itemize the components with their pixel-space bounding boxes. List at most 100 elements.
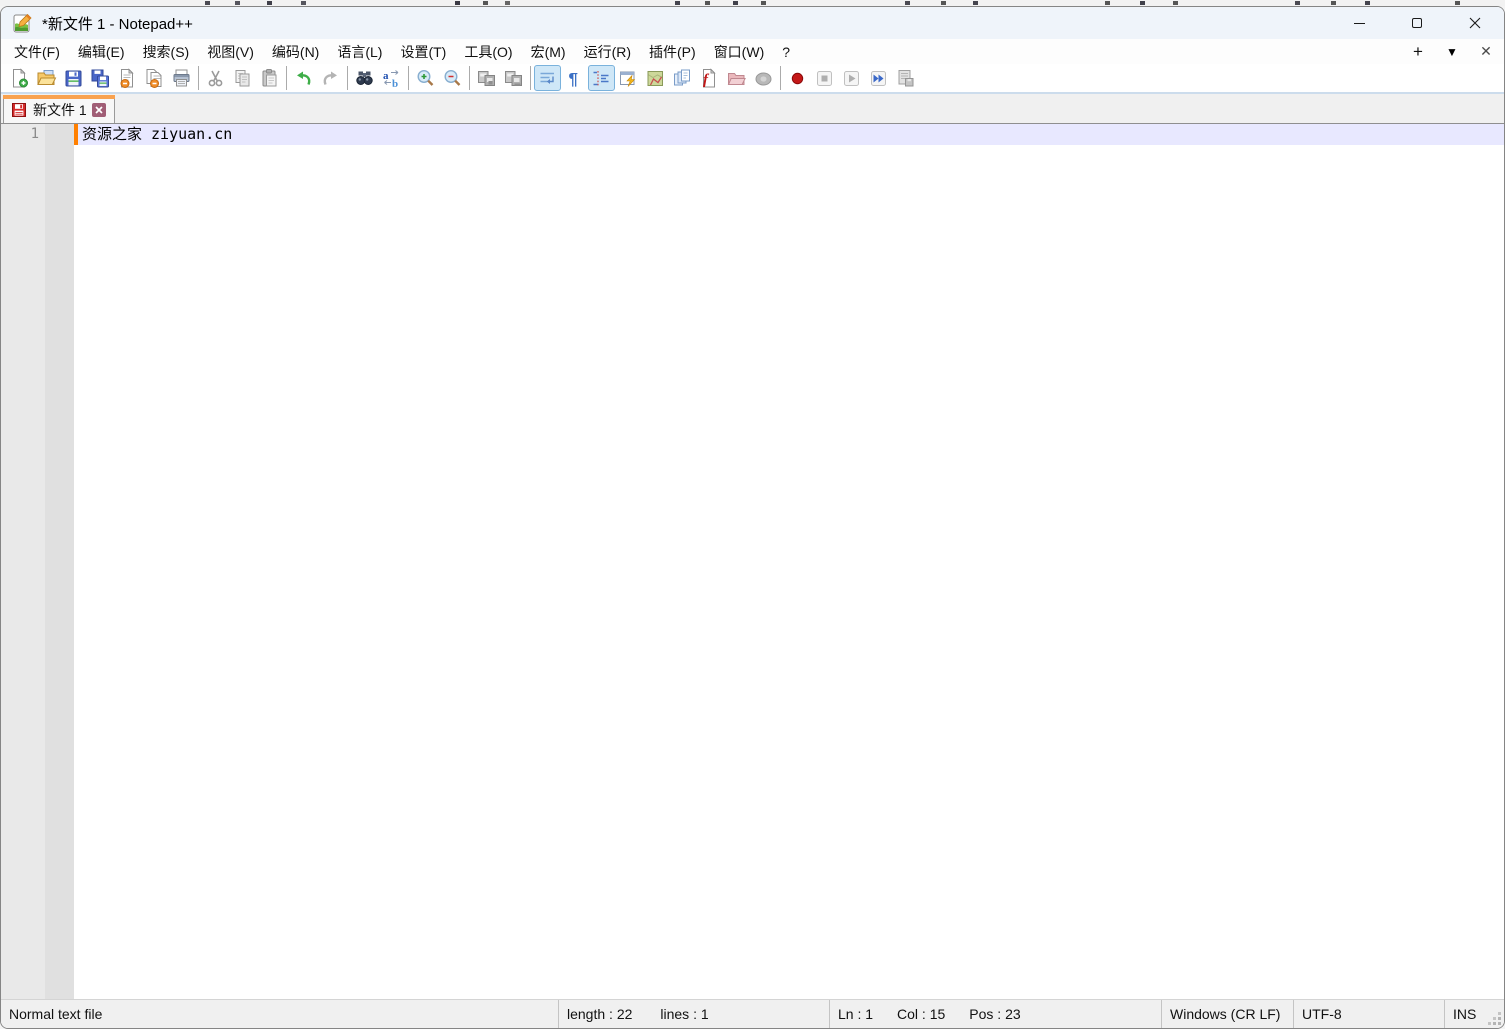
document-map-icon	[645, 68, 666, 89]
menu-window[interactable]: 窗口(W)	[705, 39, 774, 65]
function-list-icon	[618, 68, 639, 89]
tab-label: 新文件 1	[33, 100, 87, 120]
menu-file[interactable]: 文件(F)	[5, 39, 69, 65]
text-editing-area[interactable]: 资源之家 ziyuan.cn	[78, 124, 1504, 999]
macro-play-icon	[841, 68, 862, 89]
document-list-icon	[672, 68, 693, 89]
toolbar-user-defined-language-button[interactable]: f	[696, 65, 723, 91]
close-window-button[interactable]	[1446, 7, 1504, 39]
monitoring-icon	[753, 68, 774, 89]
toolbar-separator	[469, 66, 470, 90]
toolbar-close-button[interactable]	[114, 65, 141, 91]
toolbar-document-map-button[interactable]	[642, 65, 669, 91]
toolbar-macro-run-multiple-button[interactable]	[865, 65, 892, 91]
folder-as-workspace-icon	[726, 68, 747, 89]
toolbar-zoom-in-button[interactable]	[412, 65, 439, 91]
toolbar-replace-button[interactable]: ab	[378, 65, 405, 91]
toolbar-macro-save-button[interactable]	[892, 65, 919, 91]
status-eol-format[interactable]: Windows (CR LF)	[1161, 1000, 1293, 1028]
show-indent-guide-icon	[591, 68, 612, 89]
toolbar-new-file-button[interactable]	[6, 65, 33, 91]
close-tab-button[interactable]: ✕	[1476, 43, 1496, 60]
tab-list-dropdown-button[interactable]: ▼	[1442, 45, 1462, 59]
toolbar-word-wrap-button[interactable]	[534, 65, 561, 91]
menu-settings[interactable]: 设置(T)	[391, 39, 455, 65]
toolbar-sync-vertical-scroll-button[interactable]	[473, 65, 500, 91]
maximize-icon	[1412, 18, 1422, 28]
editor-area[interactable]: 1 资源之家 ziyuan.cn	[1, 124, 1504, 999]
toolbar-redo-button[interactable]	[317, 65, 344, 91]
menu-edit[interactable]: 编辑(E)	[69, 39, 134, 65]
status-length: length : 22	[567, 1006, 632, 1022]
menu-language[interactable]: 语言(L)	[328, 39, 391, 65]
status-doc-type: Normal text file	[1, 1000, 558, 1028]
toolbar-folder-as-workspace-button[interactable]	[723, 65, 750, 91]
toolbar-open-file-button[interactable]	[33, 65, 60, 91]
macro-run-multiple-icon	[868, 68, 889, 89]
macro-save-icon	[895, 68, 916, 89]
redo-icon	[320, 68, 341, 89]
minimize-icon	[1354, 23, 1365, 24]
fold-margin[interactable]	[45, 124, 74, 999]
svg-text:b: b	[392, 78, 398, 89]
toolbar-macro-record-button[interactable]	[784, 65, 811, 91]
toolbar-cut-button[interactable]	[202, 65, 229, 91]
status-insert-mode[interactable]: INS	[1444, 1000, 1504, 1028]
toolbar-paste-button[interactable]	[256, 65, 283, 91]
toolbar-find-button[interactable]	[351, 65, 378, 91]
toolbar-print-button[interactable]	[168, 65, 195, 91]
toolbar-save-button[interactable]	[60, 65, 87, 91]
toolbar-function-list-button[interactable]	[615, 65, 642, 91]
toolbar-document-list-button[interactable]	[669, 65, 696, 91]
tab-controls: + ▼ ✕	[1408, 42, 1496, 62]
notepad-plus-plus-window: *新文件 1 - Notepad++ 文件(F)编辑(E)搜索(S)视图(V)编…	[0, 6, 1505, 1029]
toolbar-macro-stop-button[interactable]	[811, 65, 838, 91]
toolbar-separator	[198, 66, 199, 90]
toolbar-zoom-out-button[interactable]	[439, 65, 466, 91]
toolbar-undo-button[interactable]	[290, 65, 317, 91]
toolbar-macro-play-button[interactable]	[838, 65, 865, 91]
svg-text:¶: ¶	[569, 69, 578, 88]
tab-new-file-1[interactable]: 新文件 1	[3, 95, 115, 123]
menu-search[interactable]: 搜索(S)	[134, 39, 199, 65]
minimize-button[interactable]	[1330, 7, 1388, 39]
toolbar-save-all-button[interactable]	[87, 65, 114, 91]
menu-view[interactable]: 视图(V)	[198, 39, 263, 65]
zoom-out-icon	[442, 68, 463, 89]
window-title: *新文件 1 - Notepad++	[42, 13, 193, 34]
menu-tools[interactable]: 工具(O)	[455, 39, 521, 65]
toolbar-show-indent-guide-button[interactable]	[588, 65, 615, 91]
toolbar-show-all-characters-button[interactable]: ¶	[561, 65, 588, 91]
macro-stop-icon	[814, 68, 835, 89]
toolbar-sync-horizontal-scroll-button[interactable]	[500, 65, 527, 91]
zoom-in-icon	[415, 68, 436, 89]
menu-encoding[interactable]: 编码(N)	[263, 39, 328, 65]
new-tab-button[interactable]: +	[1408, 42, 1428, 62]
clipped-background-text	[205, 1, 210, 5]
close-icon	[117, 68, 138, 89]
maximize-button[interactable]	[1388, 7, 1446, 39]
svg-text:a: a	[383, 70, 389, 82]
toolbar-monitoring-button[interactable]	[750, 65, 777, 91]
toolbar: ab ¶ f	[1, 64, 1504, 94]
word-wrap-icon	[537, 68, 558, 89]
tab-close-button[interactable]	[92, 103, 106, 117]
open-file-icon	[36, 68, 57, 89]
toolbar-separator	[347, 66, 348, 90]
resize-grip[interactable]	[1498, 1022, 1501, 1025]
toolbar-copy-button[interactable]	[229, 65, 256, 91]
unsaved-file-icon	[12, 103, 26, 117]
current-line[interactable]: 资源之家 ziyuan.cn	[78, 124, 1504, 145]
close-all-icon	[144, 68, 165, 89]
menu-plugins[interactable]: 插件(P)	[640, 39, 705, 65]
menu-help[interactable]: ?	[773, 41, 799, 63]
menu-macro[interactable]: 宏(M)	[522, 39, 575, 65]
status-cursor-position: Ln : 1 Col : 15 Pos : 23	[829, 1000, 1161, 1028]
status-bar: Normal text file length : 22 lines : 1 L…	[1, 999, 1504, 1028]
notepad-plus-plus-logo-icon	[12, 12, 34, 34]
toolbar-close-all-button[interactable]	[141, 65, 168, 91]
menu-run[interactable]: 运行(R)	[575, 39, 640, 65]
user-defined-language-icon: f	[699, 68, 720, 89]
status-encoding[interactable]: UTF-8	[1293, 1000, 1444, 1028]
paste-icon	[259, 68, 280, 89]
